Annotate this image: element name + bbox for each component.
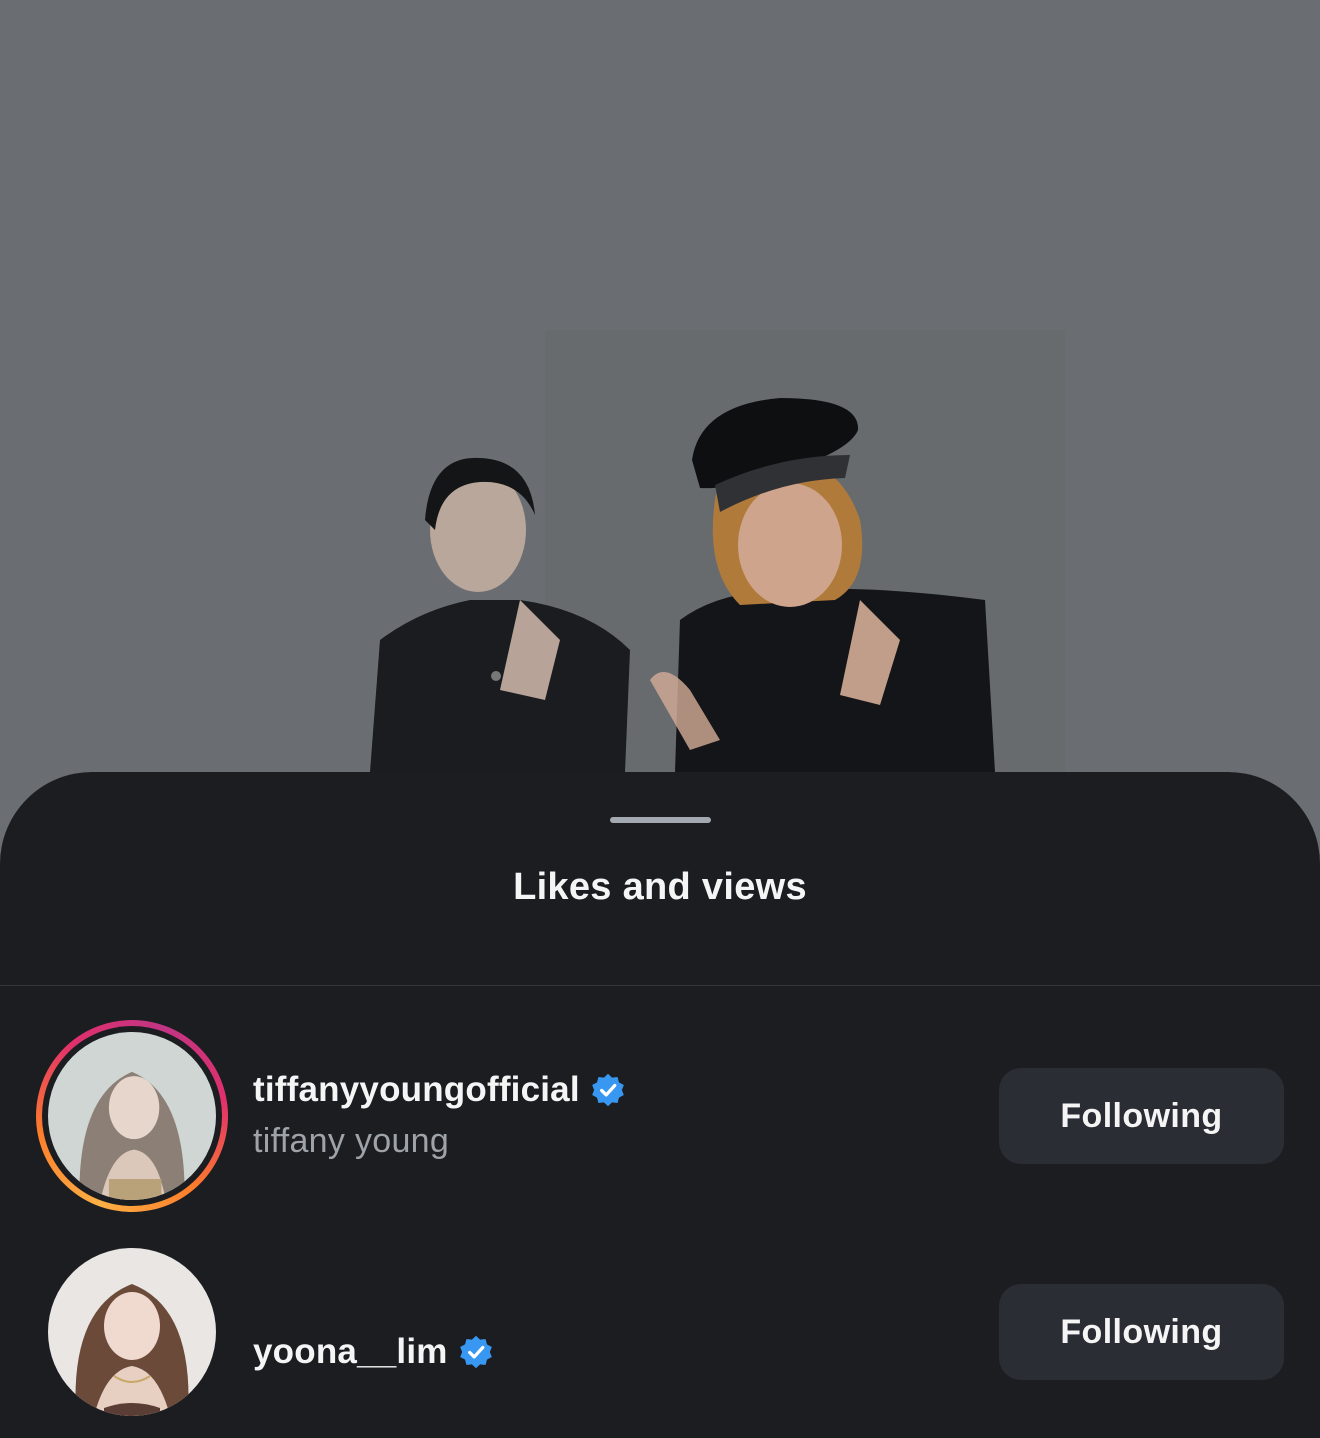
avatar-image (48, 1248, 216, 1416)
avatar (48, 1032, 216, 1200)
full-name: tiffany young (253, 1122, 450, 1160)
avatar[interactable] (48, 1248, 216, 1416)
user-names: yoona__lim (253, 1332, 494, 1372)
likes-and-views-sheet: Likes and views tiffanyyoungofficial tif… (0, 772, 1320, 1438)
sheet-divider (0, 985, 1320, 986)
following-button[interactable]: Following (999, 1284, 1284, 1380)
sheet-drag-handle[interactable] (610, 817, 711, 823)
username[interactable]: tiffanyyoungofficial (253, 1070, 580, 1110)
performers-photo (0, 0, 1320, 800)
following-button[interactable]: Following (999, 1068, 1284, 1164)
verified-badge-icon (459, 1335, 492, 1369)
user-names: tiffanyyoungofficial tiffany young (253, 1070, 626, 1161)
background-video-frame (0, 0, 1320, 800)
list-item[interactable]: yoona__lim Following (0, 1232, 1320, 1432)
avatar-story-ring[interactable] (36, 1020, 228, 1212)
sheet-title: Likes and views (513, 866, 807, 908)
username[interactable]: yoona__lim (253, 1332, 448, 1372)
list-item[interactable]: tiffanyyoungofficial tiffany young Follo… (0, 1012, 1320, 1212)
verified-badge-icon (591, 1073, 624, 1107)
